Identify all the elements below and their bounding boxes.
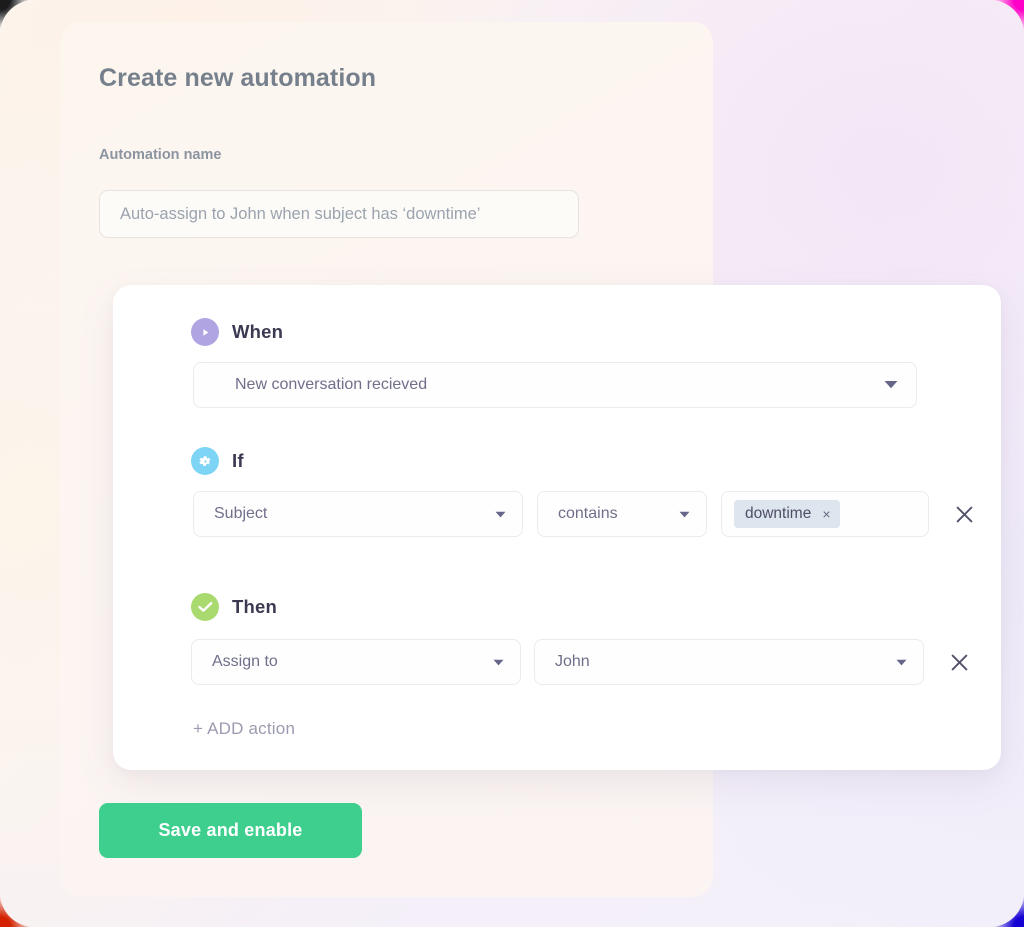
rule-builder-card: When New conversation recieved If Subjec… — [113, 285, 1001, 770]
chip-remove-icon[interactable]: × — [822, 507, 830, 521]
automation-name-label: Automation name — [99, 147, 222, 163]
play-circle-icon — [191, 318, 219, 346]
action-target-value: John — [555, 653, 590, 670]
automation-name-input[interactable] — [99, 190, 579, 238]
gear-circle-icon — [191, 447, 219, 475]
condition-operator-value: contains — [558, 505, 618, 522]
add-action-button[interactable]: + ADD action — [193, 719, 295, 739]
condition-field-value: Subject — [214, 505, 268, 522]
chevron-down-icon — [493, 653, 504, 671]
page-backdrop: Create new automation Automation name Wh… — [0, 0, 1024, 927]
value-chip-label: downtime — [745, 505, 812, 522]
when-row: New conversation recieved — [193, 362, 917, 408]
save-and-enable-button[interactable]: Save and enable — [99, 803, 362, 858]
chevron-down-icon — [679, 505, 690, 523]
remove-action-button[interactable] — [946, 649, 972, 675]
action-row: Assign to John — [191, 639, 972, 685]
condition-value-field[interactable]: downtime × — [721, 491, 929, 537]
section-title-when: When — [232, 321, 284, 342]
trigger-select-value: New conversation recieved — [235, 376, 428, 393]
section-header-when: When — [191, 318, 283, 346]
chevron-down-icon — [884, 376, 898, 394]
check-circle-icon — [191, 593, 219, 621]
chevron-down-icon — [896, 653, 907, 671]
app-surface: Create new automation Automation name Wh… — [0, 0, 1024, 927]
action-type-select[interactable]: Assign to — [191, 639, 521, 685]
section-title-then: Then — [232, 596, 277, 617]
action-target-select[interactable]: John — [534, 639, 924, 685]
remove-condition-button[interactable] — [951, 501, 977, 527]
chevron-down-icon — [495, 505, 506, 523]
page-title: Create new automation — [99, 64, 377, 92]
section-header-then: Then — [191, 593, 277, 621]
condition-operator-select[interactable]: contains — [537, 491, 707, 537]
condition-field-select[interactable]: Subject — [193, 491, 523, 537]
value-chip-downtime[interactable]: downtime × — [734, 500, 840, 528]
condition-row: Subject contains downtime × — [193, 491, 977, 537]
trigger-select[interactable]: New conversation recieved — [193, 362, 917, 408]
section-title-if: If — [232, 450, 244, 471]
action-type-value: Assign to — [212, 653, 278, 670]
section-header-if: If — [191, 447, 244, 475]
